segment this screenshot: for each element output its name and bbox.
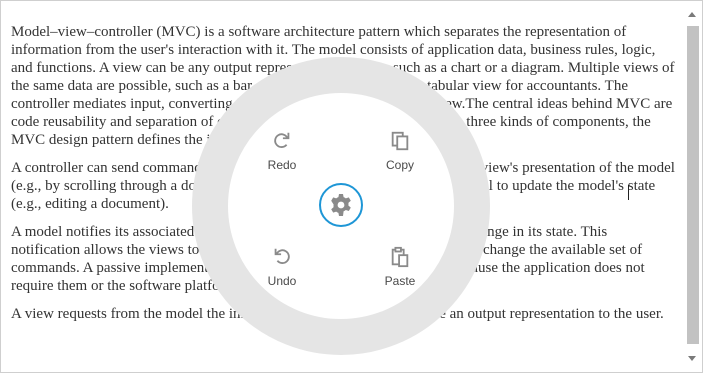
copy-icon: [391, 131, 409, 151]
gear-icon: [331, 194, 351, 216]
scroll-up-arrow[interactable]: [688, 12, 696, 17]
scroll-down-arrow[interactable]: [688, 356, 696, 361]
paste-icon: [391, 246, 409, 268]
redo-label: Redo: [267, 158, 297, 172]
text-caret: [628, 185, 629, 200]
redo-icon: [274, 132, 290, 148]
redo-button[interactable]: Redo: [242, 130, 322, 172]
undo-button[interactable]: Undo: [242, 246, 322, 288]
undo-icon: [274, 248, 290, 264]
paste-label: Paste: [384, 274, 416, 288]
paste-button[interactable]: Paste: [360, 246, 440, 288]
scroll-thumb[interactable]: [687, 26, 699, 344]
undo-label: Undo: [267, 274, 297, 288]
copy-button[interactable]: Copy: [360, 130, 440, 172]
radial-center-button[interactable]: [319, 183, 363, 227]
vertical-scrollbar[interactable]: [685, 2, 701, 371]
copy-label: Copy: [385, 158, 414, 172]
